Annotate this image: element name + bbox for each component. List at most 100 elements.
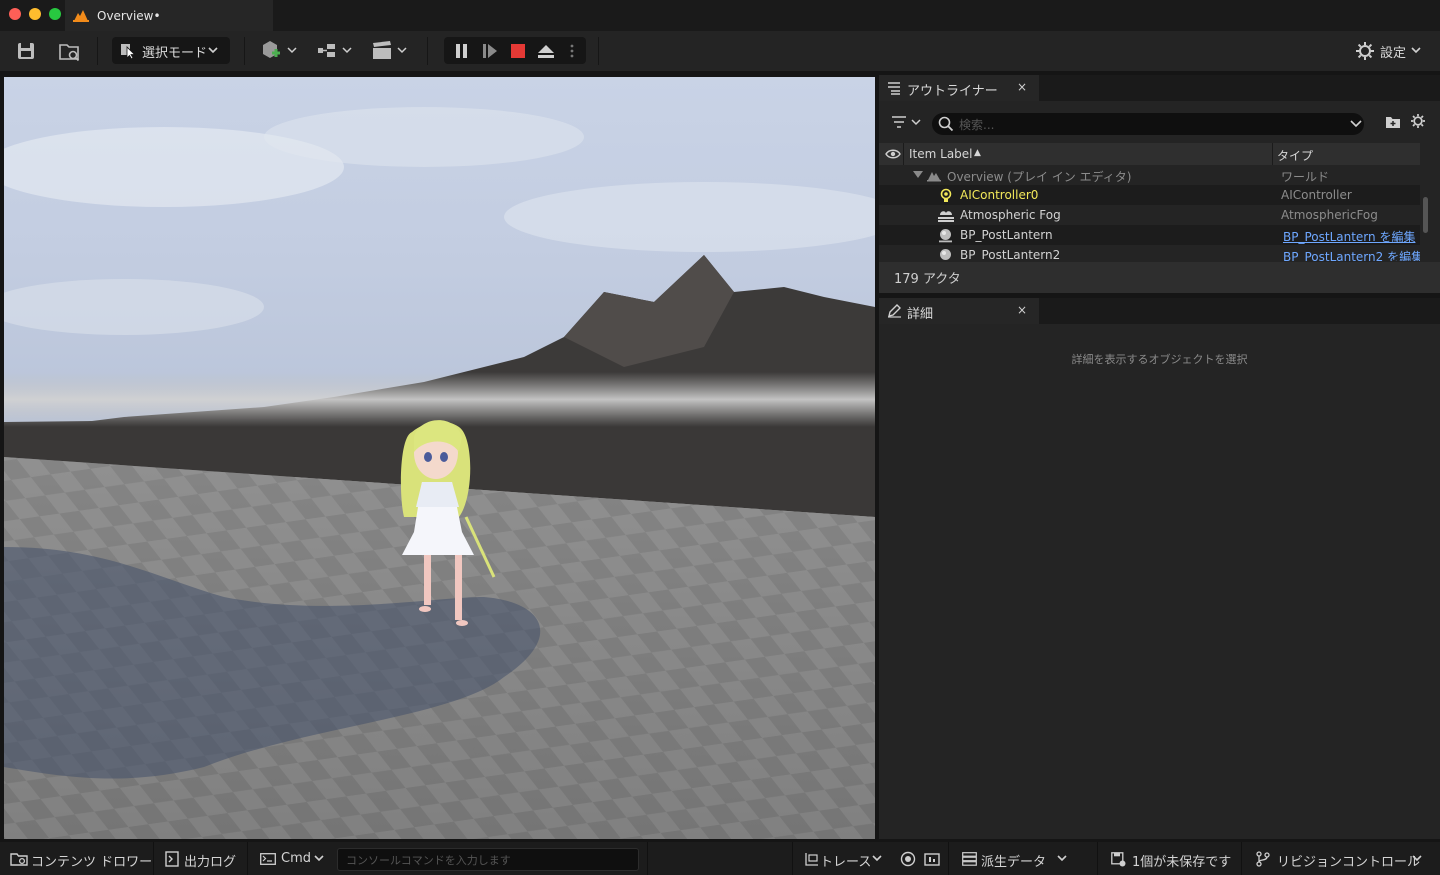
table-row[interactable]: Overview (プレイ イン エディタ) ワールド [879, 165, 1420, 185]
table-row[interactable]: BP_PostLantern2 BP_PostLantern2 を編集 [879, 245, 1420, 261]
outliner-icon [887, 81, 901, 95]
close-window-button[interactable] [9, 8, 21, 20]
blueprint-button[interactable] [317, 31, 355, 71]
chevron-down-icon [1057, 854, 1067, 864]
step-forward-icon [483, 44, 497, 58]
trace-label: トレース [820, 855, 872, 870]
pause-button[interactable] [455, 43, 469, 59]
chevron-down-icon[interactable] [1350, 117, 1362, 131]
outliner-search-field[interactable]: 検索... [932, 113, 1364, 135]
filter-icon [892, 116, 921, 128]
settings-button[interactable]: 設定 [1355, 31, 1425, 71]
revision-control-dropdown[interactable]: リビジョンコントロール [1242, 842, 1432, 875]
details-tab-title: 詳細 [907, 307, 934, 322]
snapshot-button[interactable] [924, 851, 940, 867]
outliner-tab-title: アウトライナー [907, 84, 998, 99]
content-drawer-icon [10, 852, 28, 866]
row-type: ワールド [1281, 170, 1330, 184]
visibility-column-icon[interactable] [885, 148, 901, 160]
sphere-icon [938, 228, 953, 243]
table-row[interactable]: Atmospheric Fog AtmosphericFog [879, 205, 1420, 225]
console-placeholder: コンソールコマンドを入力します [346, 854, 511, 867]
cmd-dropdown[interactable]: Cmd [248, 842, 333, 875]
minimize-window-button[interactable] [29, 8, 41, 20]
pause-icon [456, 44, 467, 58]
actor-count: 179 アクタ [894, 272, 961, 287]
gear-icon [1411, 114, 1425, 128]
save-button[interactable] [16, 31, 36, 71]
unsaved-label: 1個が未保存です [1132, 855, 1232, 870]
eye-icon [885, 149, 901, 159]
search-placeholder: 検索... [959, 118, 995, 132]
type-column-header[interactable]: タイプ [1277, 147, 1313, 164]
world-icon [927, 168, 941, 182]
outliner-tab[interactable]: アウトライナー × [879, 75, 1039, 101]
right-panels: アウトライナー × 検索... Item Label ▲ タイプ Overvie… [879, 71, 1440, 839]
eject-button[interactable] [537, 43, 555, 59]
level-tab[interactable]: Overview• [65, 0, 273, 31]
collapse-arrow-icon[interactable] [913, 171, 923, 179]
derived-data-dropdown[interactable]: 派生データ [949, 842, 1085, 875]
output-log-button[interactable]: 出力ログ [154, 842, 246, 875]
add-folder-icon [1386, 117, 1400, 128]
outliner-settings-button[interactable] [1410, 113, 1426, 129]
level-icon [73, 8, 89, 22]
filter-button[interactable] [891, 114, 923, 130]
more-options-icon[interactable] [569, 43, 575, 59]
outliner-scrollbar[interactable] [1423, 197, 1428, 233]
edit-blueprint-link[interactable]: BP_PostLantern2 を編集 [1283, 248, 1420, 261]
cinematics-button[interactable] [372, 31, 410, 71]
actor-count-bar: 179 アクタ [879, 262, 1440, 293]
details-tabbar: 詳細 × [879, 298, 1440, 324]
browse-button[interactable] [58, 31, 82, 71]
add-actor-button[interactable] [261, 31, 299, 71]
stop-button[interactable] [510, 43, 526, 59]
item-label-column-header[interactable]: Item Label [909, 147, 973, 161]
maximize-window-button[interactable] [49, 8, 61, 20]
select-cursor-icon [120, 42, 136, 59]
table-row[interactable]: BP_PostLantern BP_PostLantern を編集 [879, 225, 1420, 245]
level-viewport[interactable] [4, 77, 875, 839]
log-icon [165, 851, 179, 867]
row-name: BP_PostLantern2 [960, 248, 1061, 261]
fog-icon [938, 208, 954, 222]
sphere-icon [938, 248, 953, 261]
new-folder-button[interactable] [1385, 114, 1401, 130]
cmd-label: Cmd [281, 851, 311, 866]
details-tab[interactable]: 詳細 × [879, 298, 1039, 324]
folder-search-icon [59, 44, 80, 62]
chevron-down-icon [208, 43, 218, 57]
derived-data-icon [962, 852, 977, 866]
row-type: AtmosphericFog [1281, 208, 1378, 222]
details-close-icon[interactable]: × [1017, 303, 1027, 317]
unsaved-changes-button[interactable]: 1個が未保存です [1098, 842, 1240, 875]
output-log-label: 出力ログ [184, 855, 237, 870]
pencil-icon [887, 303, 902, 318]
revision-control-label: リビジョンコントロール [1277, 855, 1421, 870]
chevron-down-icon [1411, 44, 1421, 58]
branch-icon [1256, 851, 1270, 867]
edit-blueprint-link[interactable]: BP_PostLantern を編集 [1283, 228, 1415, 245]
outliner-close-icon[interactable]: × [1017, 80, 1027, 94]
content-drawer-label: コンテンツ ドロワー [31, 855, 153, 870]
terminal-icon [260, 853, 276, 865]
details-panel: 詳細を表示するオブジェクトを選択 [879, 324, 1440, 839]
table-row[interactable]: AIController0 AIController [879, 185, 1420, 205]
blueprint-icon [318, 44, 352, 57]
row-name: Overview (プレイ イン エディタ) [947, 170, 1132, 184]
main-toolbar: 選択モード 設定 [0, 31, 1440, 71]
content-drawer-button[interactable]: コンテンツ ドロワー [0, 842, 152, 875]
record-button[interactable] [900, 851, 916, 867]
row-type: AIController [1281, 188, 1352, 202]
step-button[interactable] [482, 43, 498, 59]
row-name: BP_PostLantern [960, 228, 1053, 242]
select-mode-dropdown[interactable]: 選択モード [112, 37, 230, 64]
trace-dropdown[interactable]: トレース [793, 842, 891, 875]
search-icon [938, 116, 954, 132]
row-name: AIController0 [960, 188, 1039, 202]
unsaved-icon [1111, 852, 1126, 867]
console-input[interactable]: コンソールコマンドを入力します [337, 848, 639, 871]
record-icon [900, 851, 916, 867]
controller-icon [939, 188, 953, 203]
derived-data-label: 派生データ [981, 855, 1047, 870]
